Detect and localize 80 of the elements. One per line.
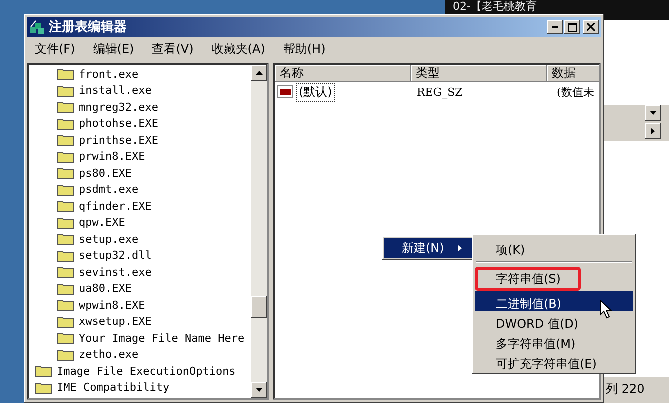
down-arrow-icon bbox=[256, 388, 262, 392]
window-title: 注册表编辑器 bbox=[49, 18, 127, 36]
folder-icon bbox=[57, 199, 75, 214]
close-button[interactable] bbox=[583, 20, 599, 34]
tree-item[interactable]: zetho.exe bbox=[29, 346, 251, 363]
minimize-icon bbox=[552, 26, 558, 28]
folder-icon bbox=[57, 116, 75, 131]
tree-item[interactable]: install.exe bbox=[29, 82, 251, 99]
menu-item[interactable]: 字符串值(S) bbox=[475, 267, 581, 291]
string-value-icon bbox=[277, 84, 295, 100]
folder-icon bbox=[57, 150, 75, 164]
tree-item[interactable]: Your Image File Name Here bbox=[29, 330, 251, 346]
menu-item[interactable]: 文件(F) bbox=[35, 40, 76, 58]
tree-item[interactable]: setup32.dll bbox=[29, 248, 251, 264]
tree-item[interactable]: prwin8.EXE bbox=[29, 148, 251, 165]
minimize-button[interactable] bbox=[547, 20, 563, 34]
menu-item[interactable]: 帮助(H) bbox=[283, 40, 326, 58]
menu-item[interactable]: 查看(V) bbox=[152, 40, 194, 58]
folder-icon bbox=[57, 133, 75, 148]
tree-item[interactable]: photohse.EXE bbox=[29, 116, 251, 132]
scroll-right-button[interactable] bbox=[645, 123, 661, 139]
folder-icon bbox=[57, 314, 75, 329]
folder-icon bbox=[35, 364, 53, 378]
folder-icon bbox=[57, 282, 75, 296]
scroll-down-button[interactable] bbox=[251, 382, 267, 398]
menu-item[interactable]: 编辑(E) bbox=[93, 40, 134, 58]
tree-item[interactable]: Image File ExecutionOptions bbox=[29, 363, 251, 380]
tree-item[interactable]: qpw.EXE bbox=[29, 214, 251, 231]
folder-icon bbox=[57, 348, 75, 362]
close-icon bbox=[587, 23, 595, 31]
submenu-arrow-icon bbox=[458, 244, 462, 252]
scroll-up-button[interactable] bbox=[251, 65, 267, 81]
folder-icon bbox=[57, 67, 75, 82]
tree-item[interactable]: qfinder.EXE bbox=[29, 198, 251, 214]
down-arrow-icon bbox=[650, 111, 656, 115]
value-type: REG_SZ bbox=[416, 86, 464, 98]
menu-item[interactable]: DWORD 值(D) bbox=[475, 311, 633, 331]
tree-item[interactable]: printhse.EXE bbox=[29, 132, 251, 148]
column-header[interactable]: 类型 bbox=[411, 65, 547, 82]
folder-icon bbox=[57, 216, 75, 230]
value-data: (数值未 bbox=[556, 84, 596, 100]
folder-icon bbox=[35, 380, 53, 395]
tree-item[interactable]: sevinst.exe bbox=[29, 264, 251, 280]
maximize-button[interactable] bbox=[564, 20, 580, 34]
scroll-thumb[interactable] bbox=[251, 296, 267, 318]
menu-item[interactable]: 多字符串值(M) bbox=[475, 331, 633, 351]
tree-item[interactable]: wpwin8.EXE bbox=[29, 297, 251, 314]
right-arrow-icon bbox=[651, 128, 655, 134]
scroll-down-button[interactable] bbox=[645, 105, 661, 121]
folder-icon bbox=[57, 84, 75, 98]
up-arrow-icon bbox=[256, 71, 262, 75]
folder-icon bbox=[57, 232, 75, 246]
status-text: 列 220 bbox=[605, 381, 646, 398]
registry-cubes-icon bbox=[29, 19, 45, 35]
folder-icon bbox=[57, 298, 75, 312]
menu-item[interactable]: 项(K) bbox=[475, 237, 633, 257]
tree-item[interactable]: xwsetup.EXE bbox=[29, 314, 251, 330]
maximize-icon bbox=[568, 22, 576, 32]
column-header[interactable]: 数据 bbox=[547, 65, 599, 82]
folder-icon bbox=[57, 182, 75, 197]
folder-icon bbox=[57, 265, 75, 280]
folder-icon bbox=[57, 248, 75, 263]
value-name[interactable]: (默认) bbox=[296, 82, 336, 102]
folder-icon bbox=[57, 331, 75, 346]
mouse-pointer-icon bbox=[600, 300, 612, 319]
tree-item[interactable]: mngreg32.exe bbox=[29, 99, 251, 116]
menu-item[interactable]: 收藏夹(A) bbox=[212, 40, 266, 58]
tree-item[interactable]: IME Compatibility bbox=[29, 380, 251, 396]
tree-item[interactable]: front.exe bbox=[29, 66, 251, 82]
tree-item[interactable]: ua80.EXE bbox=[29, 280, 251, 297]
vertical-scrollbar[interactable] bbox=[251, 65, 267, 398]
column-header[interactable]: 名称 bbox=[275, 65, 411, 82]
tree-item[interactable]: psdmt.exe bbox=[29, 182, 251, 198]
menu-item[interactable]: 可扩充字符串值(E) bbox=[475, 351, 633, 371]
folder-icon bbox=[57, 166, 75, 180]
menu-item[interactable]: 新建(N) bbox=[384, 238, 472, 258]
tree-item[interactable]: ps80.EXE bbox=[29, 165, 251, 182]
menu-item[interactable]: 二进制值(B) bbox=[475, 291, 633, 311]
tree-item[interactable]: setup.exe bbox=[29, 231, 251, 248]
folder-icon bbox=[57, 100, 75, 114]
